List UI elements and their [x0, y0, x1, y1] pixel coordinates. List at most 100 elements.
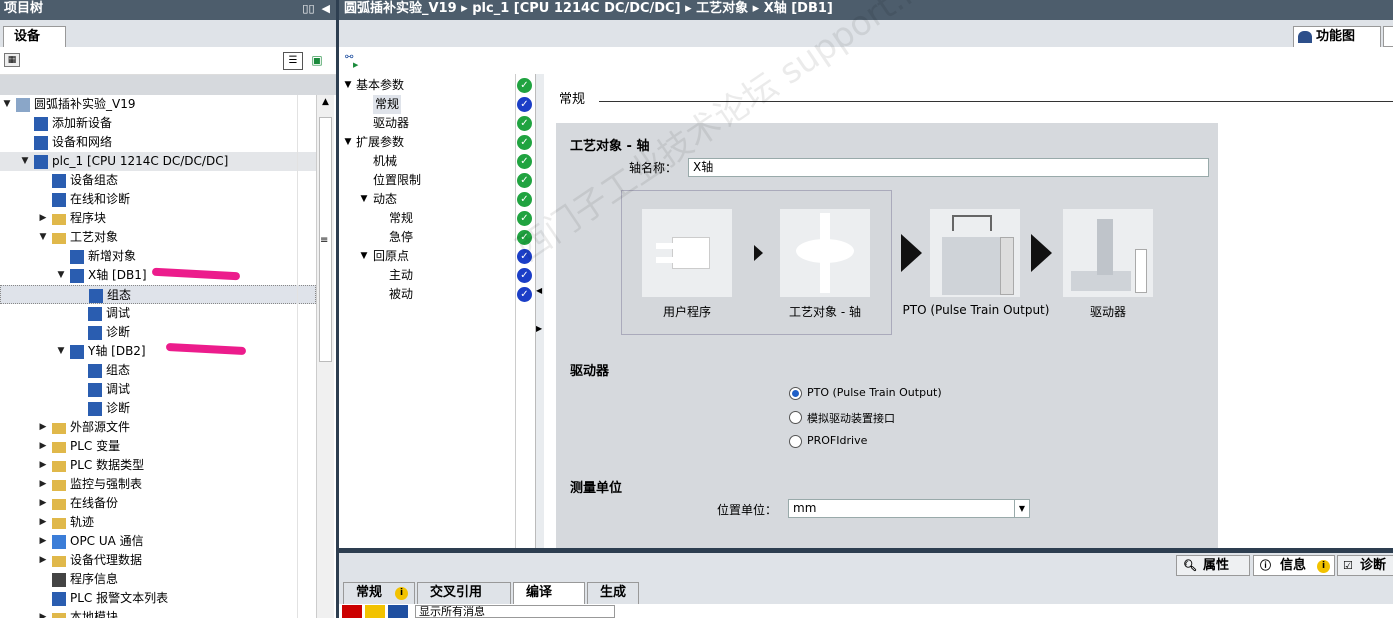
folder-icon — [52, 518, 66, 529]
tree-item[interactable]: 设备组态 — [0, 171, 316, 190]
editor-titlebar: 圆弧插补实验_V19 ▸ plc_1 [CPU 1214C DC/DC/DC] … — [339, 0, 1393, 20]
project-tree-scrollbar[interactable]: ▲ ≡ — [316, 95, 334, 618]
drive-option-radio[interactable] — [789, 411, 802, 424]
nav-item[interactable]: 主动 ✓ — [339, 266, 536, 285]
drive-option-label[interactable]: PROFIdrive — [807, 434, 867, 447]
nav-item[interactable]: 位置限制 ✓ — [339, 171, 536, 190]
position-unit-select[interactable]: mm ▼ — [788, 499, 1030, 518]
tree-item[interactable]: 调试 — [0, 304, 316, 323]
tree-item[interactable]: 组态 — [0, 361, 316, 380]
drive-option-radio[interactable] — [789, 387, 802, 400]
nav-item[interactable]: ▼ 回原点 ✓ — [339, 247, 536, 266]
tab-function-view[interactable]: 功能图 — [1293, 26, 1381, 47]
collapse-arrow-icon[interactable]: ▶ — [38, 608, 48, 618]
tree-item[interactable]: ▶ PLC 数据类型 — [0, 456, 316, 475]
commissioning-icon — [88, 383, 102, 397]
tree-item[interactable]: ▶ 本地模块 — [0, 608, 316, 618]
tree-item[interactable]: 程序信息 — [0, 570, 316, 589]
chevron-down-icon[interactable]: ▼ — [1014, 500, 1029, 517]
tree-item[interactable]: 调试 — [0, 380, 316, 399]
collapse-arrow-icon[interactable]: ▶ — [38, 551, 48, 570]
collapse-arrow-icon[interactable]: ▶ — [38, 437, 48, 456]
tree-item[interactable]: ▼ 圆弧插补实验_V19 — [0, 95, 316, 114]
scroll-up-icon[interactable]: ▲ — [319, 97, 332, 113]
tree-item[interactable]: ▶ 外部源文件 — [0, 418, 316, 437]
collapse-arrow-icon[interactable]: ▶ — [38, 513, 48, 532]
drive-option-label[interactable]: 模拟驱动装置接口 — [807, 410, 895, 426]
expand-arrow-icon[interactable]: ▼ — [359, 247, 369, 266]
warning-filter-icon[interactable] — [365, 605, 385, 618]
axis-name-input[interactable]: X轴 — [688, 158, 1209, 177]
nav-item[interactable]: 机械 ✓ — [339, 152, 536, 171]
expand-arrow-icon[interactable]: ▼ — [359, 190, 369, 209]
tree-item[interactable]: ▼ plc_1 [CPU 1214C DC/DC/DC] — [0, 152, 316, 171]
nav-splitter[interactable]: ◀ ▶ — [536, 74, 544, 548]
collapse-left-icon[interactable]: ◀ — [322, 2, 330, 15]
project-properties-icon[interactable]: ▦ — [4, 53, 20, 67]
tree-item[interactable]: PLC 报警文本列表 — [0, 589, 316, 608]
tree-item[interactable]: 设备和网络 — [0, 133, 316, 152]
expand-arrow-icon[interactable]: ▼ — [343, 76, 353, 95]
tree-item[interactable]: ▶ 监控与强制表 — [0, 475, 316, 494]
tree-item[interactable]: ▶ 设备代理数据 — [0, 551, 316, 570]
tree-item[interactable]: ▶ 在线备份 — [0, 494, 316, 513]
play-icon[interactable]: ▶ — [353, 61, 358, 69]
nav-item[interactable]: ▼ 扩展参数 ✓ — [339, 133, 536, 152]
tab-general[interactable]: 常规 i — [343, 582, 415, 604]
collapse-arrow-icon[interactable]: ▶ — [38, 475, 48, 494]
expand-arrow-icon[interactable]: ▼ — [38, 228, 48, 247]
axis-icon — [70, 269, 84, 283]
nav-item[interactable]: 常规 ✓ — [339, 209, 536, 228]
collapse-arrow-icon[interactable]: ▶ — [38, 494, 48, 513]
drive-option-label[interactable]: PTO (Pulse Train Output) — [807, 386, 942, 399]
collapse-arrow-icon[interactable]: ▶ — [38, 209, 48, 228]
tab-compile[interactable]: 编译 — [513, 582, 585, 604]
project-tree-tabstrip: 设备 — [0, 20, 336, 47]
tree-item[interactable]: 在线和诊断 — [0, 190, 316, 209]
error-filter-icon[interactable] — [342, 605, 362, 618]
message-filter-select[interactable]: 显示所有消息 — [415, 605, 615, 618]
nav-item-label: 扩展参数 — [356, 135, 405, 149]
info-label: 信息 — [1280, 558, 1307, 573]
tree-item[interactable]: ▶ PLC 变量 — [0, 437, 316, 456]
tree-item[interactable]: 组态 — [0, 285, 316, 304]
tree-item[interactable]: 添加新设备 — [0, 114, 316, 133]
collapse-arrow-icon[interactable]: ▶ — [38, 418, 48, 437]
tree-item[interactable]: 新增对象 — [0, 247, 316, 266]
pane-controls[interactable]: ▯▯ ◀ — [302, 0, 330, 17]
properties-tab[interactable]: 🔍︎ 属性 — [1176, 555, 1250, 576]
collapse-arrow-icon[interactable]: ▶ — [38, 456, 48, 475]
overview-icon[interactable]: ▣ — [307, 52, 327, 70]
expand-arrow-icon[interactable]: ▼ — [56, 342, 66, 361]
tree-item[interactable]: ▶ 轨迹 — [0, 513, 316, 532]
drive-option-radio[interactable] — [789, 435, 802, 448]
tree-item[interactable]: 诊断 — [0, 323, 316, 342]
tree-item-label: 组态 — [106, 363, 131, 377]
tree-item[interactable]: ▼ 工艺对象 — [0, 228, 316, 247]
nav-item[interactable]: ▼ 动态 ✓ — [339, 190, 536, 209]
diagnostics-tab[interactable]: ☑ 诊断 — [1337, 555, 1393, 576]
info-filter-icon[interactable] — [388, 605, 408, 618]
tree-item[interactable]: ▶ 程序块 — [0, 209, 316, 228]
tree-item[interactable]: ▶ OPC UA 通信 — [0, 532, 316, 551]
expand-arrow-icon[interactable]: ▼ — [2, 95, 12, 114]
tab-generate[interactable]: 生成 — [587, 582, 639, 604]
nav-item[interactable]: 常规 ✓ — [339, 95, 536, 114]
nav-item[interactable]: 驱动器 ✓ — [339, 114, 536, 133]
tab-cross-references[interactable]: 交叉引用 — [417, 582, 511, 604]
collapse-nav-icon[interactable]: ◀ — [536, 286, 542, 295]
collapse-arrow-icon[interactable]: ▶ — [38, 532, 48, 551]
tab-devices[interactable]: 设备 — [3, 26, 66, 47]
tree-item[interactable]: 诊断 — [0, 399, 316, 418]
expand-nav-icon[interactable]: ▶ — [536, 324, 542, 333]
expand-arrow-icon[interactable]: ▼ — [343, 133, 353, 152]
details-view-icon[interactable]: ☰ — [283, 52, 303, 70]
nav-item[interactable]: 急停 ✓ — [339, 228, 536, 247]
expand-arrow-icon[interactable]: ▼ — [56, 266, 66, 285]
nav-item[interactable]: 被动 ✓ — [339, 285, 536, 304]
tree-item[interactable]: ▼ Y轴 [DB2] — [0, 342, 316, 361]
split-icon[interactable]: ▯▯ — [302, 2, 314, 15]
info-tab[interactable]: ⓘ 信息 i — [1253, 555, 1335, 576]
nav-item[interactable]: ▼ 基本参数 ✓ — [339, 76, 536, 95]
expand-arrow-icon[interactable]: ▼ — [20, 152, 30, 171]
